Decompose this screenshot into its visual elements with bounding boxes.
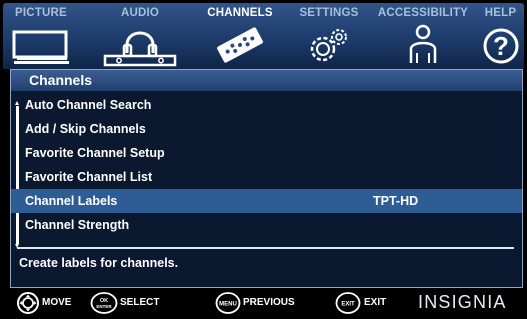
tab-channels[interactable]: CHANNELS bbox=[195, 3, 285, 69]
tab-picture[interactable]: PICTURE bbox=[3, 3, 79, 69]
person-icon bbox=[403, 23, 443, 74]
svg-text:ENTER: ENTER bbox=[96, 304, 112, 309]
channels-panel: Channels Auto Channel Search Add / Skip … bbox=[10, 69, 523, 288]
menu-item-label: Auto Channel Search bbox=[25, 98, 152, 112]
menu-item-label: Channel Strength bbox=[25, 218, 130, 232]
menu-button-icon: MENU bbox=[215, 292, 241, 319]
hint-label: SELECT bbox=[120, 297, 160, 308]
menu-item-add-skip-channels[interactable]: Add / Skip Channels bbox=[11, 117, 522, 141]
question-mark-icon: ? bbox=[481, 23, 521, 72]
tab-audio[interactable]: AUDIO bbox=[95, 3, 185, 69]
channel-menu-list: Auto Channel Search Add / Skip Channels … bbox=[11, 93, 522, 237]
menu-item-label: Favorite Channel List bbox=[25, 170, 153, 184]
dpad-icon bbox=[16, 292, 40, 319]
hint-select: OK ENTER SELECT bbox=[90, 292, 170, 314]
divider bbox=[17, 247, 514, 249]
gears-icon bbox=[299, 23, 359, 72]
tv-menu-screen: PICTURE AUDIO CHANNELS SETTINGS ACCESSIB… bbox=[0, 0, 527, 316]
hint-previous: MENU PREVIOUS bbox=[215, 292, 311, 314]
panel-title: Channels bbox=[11, 70, 522, 91]
menu-item-label: Favorite Channel Setup bbox=[25, 146, 165, 160]
hint-label: PREVIOUS bbox=[243, 297, 295, 308]
menu-item-value: TPT-HD bbox=[373, 194, 419, 208]
ok-enter-button-icon: OK ENTER bbox=[90, 292, 118, 319]
hint-exit: EXIT EXIT bbox=[335, 292, 395, 314]
menu-item-favorite-channel-list[interactable]: Favorite Channel List bbox=[11, 165, 522, 189]
tab-label: SETTINGS bbox=[299, 7, 359, 19]
headphones-icon bbox=[102, 23, 178, 72]
tab-label: ACCESSIBILITY bbox=[377, 7, 469, 19]
tab-accessibility[interactable]: ACCESSIBILITY bbox=[373, 3, 473, 69]
tab-label: PICTURE bbox=[15, 7, 67, 19]
svg-text:MENU: MENU bbox=[219, 302, 237, 308]
menu-item-label: Add / Skip Channels bbox=[25, 122, 146, 136]
hint-label: EXIT bbox=[364, 297, 387, 308]
hint-label: MOVE bbox=[42, 297, 72, 308]
help-text: Create labels for channels. bbox=[19, 256, 179, 270]
menu-item-channel-labels[interactable]: Channel Labels TPT-HD bbox=[11, 189, 522, 213]
menu-tab-bar: PICTURE AUDIO CHANNELS SETTINGS ACCESSIB… bbox=[3, 3, 524, 69]
menu-item-channel-strength[interactable]: Channel Strength bbox=[11, 213, 522, 237]
bottom-hint-bar: MOVE OK ENTER SELECT MENU PREVIOUS EXIT … bbox=[0, 289, 527, 316]
remote-control-icon bbox=[208, 23, 272, 72]
tv-icon bbox=[9, 23, 73, 70]
exit-button-icon: EXIT bbox=[335, 292, 361, 319]
hint-move: MOVE bbox=[16, 292, 86, 314]
svg-text:?: ? bbox=[493, 31, 509, 61]
menu-item-label: Channel Labels bbox=[25, 194, 118, 208]
tab-label: HELP bbox=[484, 7, 517, 19]
svg-text:EXIT: EXIT bbox=[341, 302, 355, 308]
menu-item-favorite-channel-setup[interactable]: Favorite Channel Setup bbox=[11, 141, 522, 165]
menu-item-auto-channel-search[interactable]: Auto Channel Search bbox=[11, 93, 522, 117]
tab-label: AUDIO bbox=[120, 7, 160, 19]
tab-settings[interactable]: SETTINGS bbox=[293, 3, 365, 69]
tab-help[interactable]: HELP ? bbox=[477, 3, 524, 69]
tab-label: CHANNELS bbox=[207, 7, 273, 19]
insignia-logo: INSIGNIA bbox=[418, 292, 507, 312]
